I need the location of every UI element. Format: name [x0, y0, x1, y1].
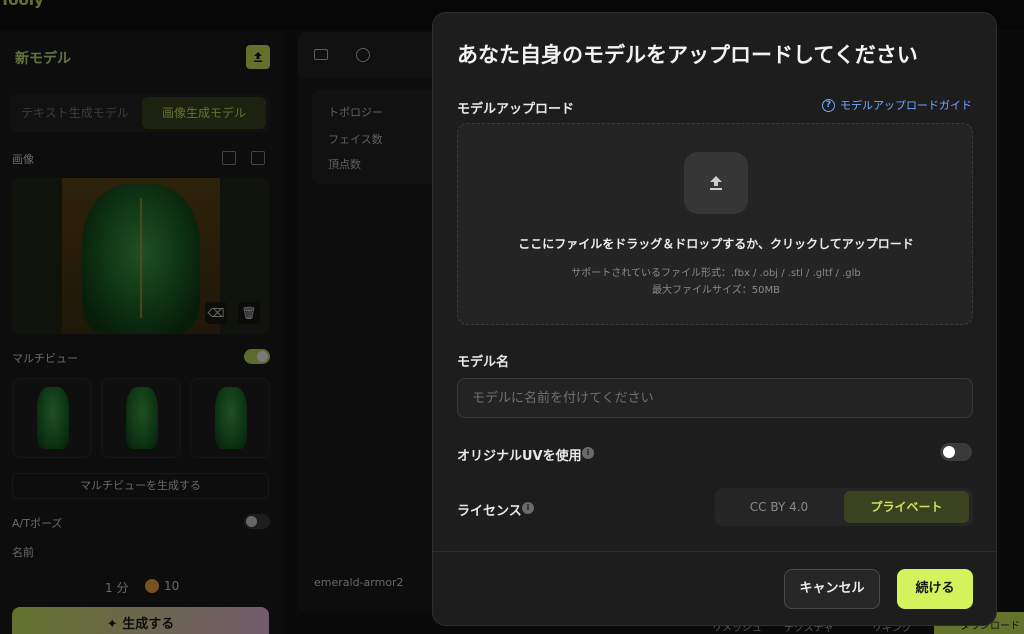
file-dropzone[interactable]: ここにファイルをドラッグ＆ドロップするか、クリックしてアップロード サポートされ… [457, 123, 973, 325]
max-file-size: 最大ファイルサイズ：50MB [652, 285, 780, 296]
license-option-ccby[interactable]: CC BY 4.0 [715, 488, 843, 526]
dialog-title: あなた自身のモデルをアップロードしてください [457, 43, 918, 67]
cancel-button[interactable]: キャンセル [784, 569, 880, 609]
info-icon[interactable]: i [522, 502, 534, 514]
original-uv-toggle[interactable] [940, 443, 972, 461]
upload-guide-link[interactable]: ? モデルアップロードガイド [822, 97, 972, 113]
info-icon[interactable]: i [582, 447, 594, 459]
supported-formats: サポートされているファイル形式：.fbx / .obj / .stl / .gl… [571, 268, 861, 279]
license-option-private[interactable]: プライベート [844, 491, 969, 523]
upload-icon [684, 152, 748, 214]
license-label: ライセンス [457, 504, 522, 519]
help-icon: ? [822, 98, 835, 112]
footer-divider [433, 551, 996, 552]
upload-section-label: モデルアップロード [457, 102, 575, 117]
original-uv-label: オリジナルUVを使用 [457, 449, 582, 464]
model-name-input[interactable] [457, 378, 973, 418]
license-selector: CC BY 4.0 プライベート [715, 488, 973, 526]
continue-button[interactable]: 続ける [897, 569, 973, 609]
upload-guide-label: モデルアップロードガイド [840, 99, 972, 112]
model-name-label: モデル名 [457, 355, 510, 370]
upload-model-dialog: あなた自身のモデルをアップロードしてください モデルアップロード ? モデルアッ… [432, 12, 997, 626]
dropzone-instruction: ここにファイルをドラッグ＆ドロップするか、クリックしてアップロード [518, 237, 914, 251]
